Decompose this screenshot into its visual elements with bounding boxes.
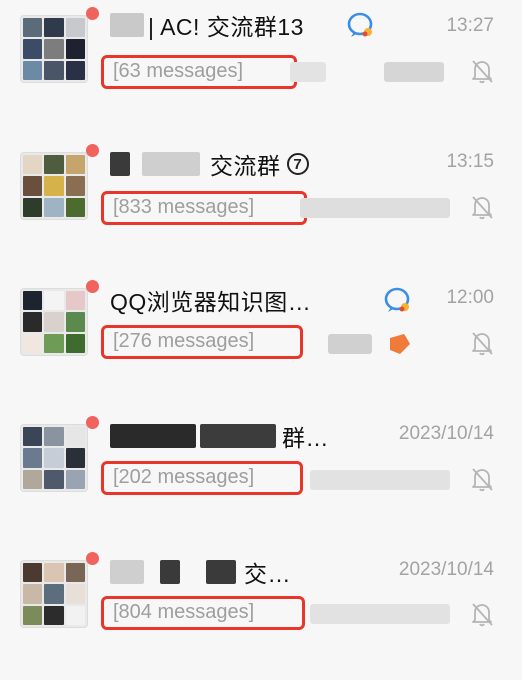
- chat-title-text: 交流群: [210, 153, 281, 179]
- preview-redacted: [328, 334, 372, 354]
- chat-row[interactable]: 群… 2023/10/14 [202 messages]: [0, 408, 522, 544]
- bell-slash-icon: [472, 468, 493, 492]
- group-avatar[interactable]: [20, 152, 88, 220]
- timestamp: 12:00: [446, 287, 494, 308]
- preview-redacted: [290, 62, 326, 82]
- chat-title-text: | AC! 交流群13: [148, 14, 304, 40]
- chat-title: | AC! 交流群13: [110, 9, 304, 41]
- unread-dot: [86, 7, 99, 20]
- chat-title: 交流群 7: [110, 148, 309, 180]
- chat-title-text: QQ浏览器知识图…: [110, 289, 312, 315]
- chat-list: | AC! 交流群13 13:27 [63 messages] 交流群 7 13…: [0, 0, 522, 662]
- group-avatar[interactable]: [20, 560, 88, 628]
- badge-seven-icon: 7: [286, 153, 309, 175]
- chat-title: 交…: [110, 556, 291, 588]
- qq-logo-icon: [384, 287, 410, 312]
- preview-redacted: [384, 62, 444, 82]
- unread-dot: [86, 416, 99, 429]
- group-avatar[interactable]: [20, 288, 88, 356]
- message-count: [804 messages]: [113, 601, 255, 623]
- unread-dot: [86, 144, 99, 157]
- bell-slash-icon: [472, 332, 493, 356]
- preview-redacted: [310, 604, 450, 624]
- chat-row[interactable]: 交流群 7 13:15 [833 messages]: [0, 136, 522, 272]
- timestamp: 2023/10/14: [398, 423, 494, 444]
- message-count: [202 messages]: [113, 466, 255, 488]
- message-count: [833 messages]: [113, 196, 255, 218]
- orange-app-icon: [390, 334, 410, 354]
- preview-redacted: [310, 470, 450, 490]
- timestamp: 2023/10/14: [398, 559, 494, 580]
- chat-row[interactable]: | AC! 交流群13 13:27 [63 messages]: [0, 0, 522, 136]
- bell-slash-icon: [472, 196, 493, 220]
- chat-row[interactable]: QQ浏览器知识图… 12:00 [276 messages]: [0, 272, 522, 408]
- chat-title: QQ浏览器知识图…: [110, 284, 311, 316]
- bell-slash-icon: [472, 603, 493, 627]
- qq-logo-icon: [347, 12, 373, 37]
- unread-dot: [86, 552, 99, 565]
- chat-title-text: 群…: [282, 425, 329, 451]
- group-avatar[interactable]: [20, 15, 88, 83]
- timestamp: 13:27: [446, 15, 494, 36]
- chat-row[interactable]: 交… 2023/10/14 [804 messages]: [0, 544, 522, 680]
- bell-slash-icon: [472, 60, 493, 84]
- group-avatar[interactable]: [20, 424, 88, 492]
- chat-title: 群…: [110, 420, 329, 452]
- message-count: [276 messages]: [113, 330, 255, 352]
- message-count: [63 messages]: [113, 60, 244, 82]
- preview-redacted: [300, 198, 450, 218]
- timestamp: 13:15: [446, 151, 494, 172]
- chat-title-text: 交…: [244, 561, 291, 587]
- unread-dot: [86, 280, 99, 293]
